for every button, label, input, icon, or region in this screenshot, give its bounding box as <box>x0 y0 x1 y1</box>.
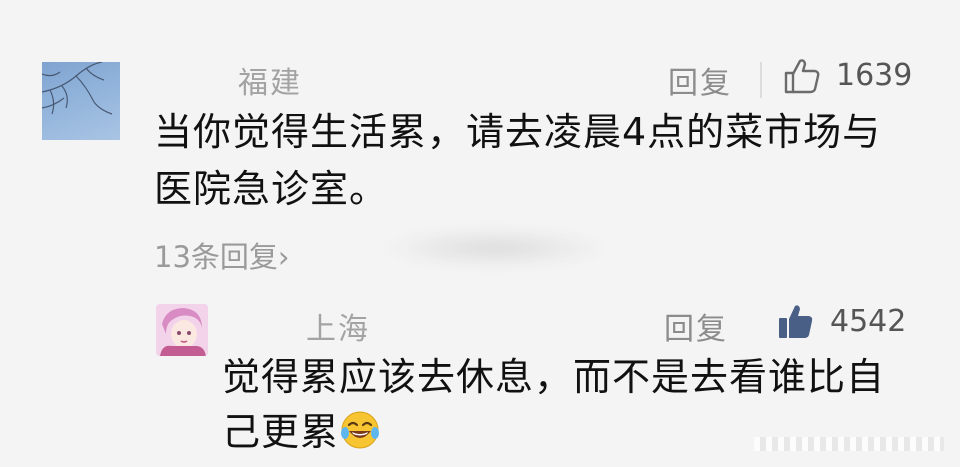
laughing-tears-emoji-icon <box>339 409 381 451</box>
thumbs-up-filled-icon[interactable] <box>776 302 816 342</box>
more-replies-link[interactable]: 13条回复› <box>154 234 290 276</box>
reply-text-line2-words: 己更累 <box>222 410 340 454</box>
comment-text-line1: 当你觉得生活累，请去凌晨4点的菜市场与 <box>154 110 882 154</box>
like-count: 4542 <box>830 304 907 339</box>
reply-username[interactable]: 上海 <box>306 304 370 348</box>
avatar-image <box>156 304 208 356</box>
reply-text-line2: 己更累 <box>222 403 381 461</box>
divider <box>760 62 762 98</box>
avatar-fujian[interactable] <box>42 62 120 140</box>
reply-button[interactable]: 回复 <box>668 58 732 102</box>
thumbs-up-icon[interactable] <box>782 56 822 96</box>
like-count: 1639 <box>836 58 913 93</box>
watermark <box>754 437 944 451</box>
comment-username[interactable]: 福建 <box>238 58 302 102</box>
avatar-shanghai[interactable] <box>156 304 208 356</box>
comment-text-line2: 医院急诊室。 <box>154 167 389 211</box>
blurred-area <box>380 228 610 268</box>
reply-button[interactable]: 回复 <box>664 304 728 348</box>
reply-text-line1: 觉得累应该去休息，而不是去看谁比自 <box>222 355 886 399</box>
avatar-image <box>42 62 113 115</box>
